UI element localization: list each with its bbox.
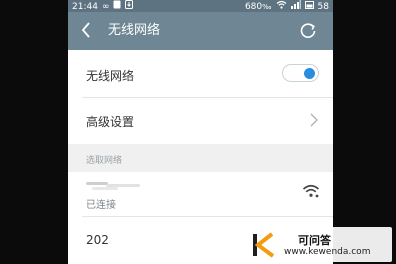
battery-level-text: 58 xyxy=(317,1,329,12)
watermark-url: www.kewenda.com xyxy=(284,247,371,257)
back-button[interactable] xyxy=(76,20,96,40)
loop-icon: ∞ xyxy=(101,1,110,12)
network-section-header: 选取网络 xyxy=(68,144,333,172)
chevron-right-icon xyxy=(310,113,318,127)
watermark: 可问答 www.kewenda.com xyxy=(244,227,392,262)
network-ssid: 202 xyxy=(86,233,109,247)
advanced-settings-row[interactable]: 高级设置 xyxy=(68,98,333,144)
wifi-toggle-label: 无线网络 xyxy=(86,69,135,83)
page-title: 无线网络 xyxy=(108,23,161,38)
wifi-toggle-switch[interactable] xyxy=(282,64,319,82)
watermark-title: 可问答 xyxy=(298,234,331,247)
status-bar: 21:44 ∞ 680‰ 58 xyxy=(68,0,333,12)
section-label: 选取网络 xyxy=(86,156,123,166)
clock-text: 21:44 xyxy=(72,1,98,12)
kewenda-logo-icon xyxy=(253,232,275,258)
blurred-ssid xyxy=(86,178,140,192)
wifi-signal-icon xyxy=(302,184,320,198)
left-black-frame xyxy=(0,0,68,264)
title-bar: 无线网络 xyxy=(68,12,333,50)
refresh-button[interactable] xyxy=(297,20,319,42)
advanced-settings-label: 高级设置 xyxy=(86,115,135,129)
network-speed-text: 680‰ xyxy=(244,1,272,12)
toggle-knob xyxy=(304,68,315,79)
connection-status: 已连接 xyxy=(86,200,116,211)
right-black-frame xyxy=(333,0,396,264)
chevron-left-icon xyxy=(81,22,90,38)
refresh-icon xyxy=(300,23,316,38)
phone-screen: 21:44 ∞ 680‰ 58 无线网络 无线网络 高级设置 选取网络 已连接 … xyxy=(68,0,333,264)
